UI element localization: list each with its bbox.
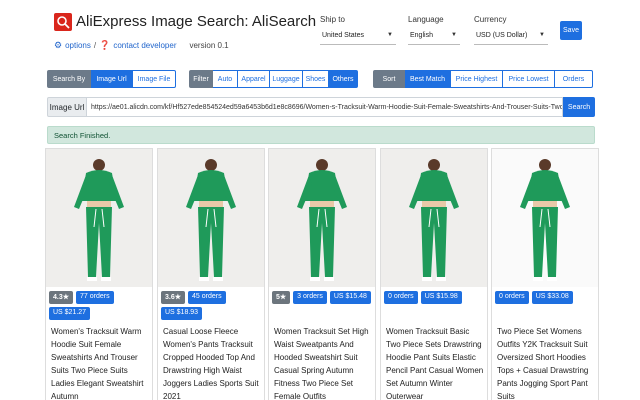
image-url-label: Image Url [47, 97, 87, 117]
orders-badge: 77 orders [76, 291, 114, 304]
chevron-down-icon: ▼ [451, 32, 457, 38]
ship-to-label: Ship to [320, 15, 345, 24]
app-title: AliExpress Image Search: AliSearch [76, 13, 317, 30]
price-badge: US $15.98 [420, 291, 462, 304]
gear-icon: ⚙ [54, 40, 63, 50]
filter-others[interactable]: Others [329, 70, 358, 88]
search-by-image-file[interactable]: Image File [133, 70, 176, 88]
product-title[interactable]: Women Tracksuit Basic Two Piece Sets Dra… [386, 325, 484, 400]
header-links: ⚙ options / ❓ contact developer version … [54, 40, 229, 51]
sort-group: Sort Best Match Price Highest Price Lowe… [373, 70, 593, 88]
magnifier-icon [57, 16, 70, 29]
rating-badge: 4.3★ [49, 291, 74, 304]
orders-badge: 0 orders [384, 291, 418, 304]
badges: 3.6★ 45 orders US $18.93 [161, 291, 264, 320]
product-image[interactable] [269, 149, 375, 287]
status-alert: Search Finished. [47, 126, 595, 144]
badges: 0 orders US $15.98 [384, 291, 487, 304]
price-badge: US $21.27 [49, 307, 91, 320]
currency-label: Currency [474, 15, 507, 24]
search-button[interactable]: Search [563, 97, 595, 117]
price-badge: US $33.08 [531, 291, 573, 304]
badges: 5★ 3 orders US $15.48 [272, 291, 375, 304]
sort-price-highest[interactable]: Price Highest [451, 70, 503, 88]
orders-badge: 0 orders [495, 291, 529, 304]
language-value: English [410, 32, 433, 39]
language-select[interactable]: English ▼ [408, 29, 460, 45]
result-card[interactable]: 3.6★ 45 orders US $18.93 Casual Loose Fl… [157, 148, 265, 400]
language-label: Language [408, 15, 444, 24]
filter-apparel[interactable]: Apparel [238, 70, 270, 88]
search-by-group: Search By Image Url Image File [47, 70, 176, 88]
sort-best-match[interactable]: Best Match [405, 70, 451, 88]
badges: 0 orders US $33.08 [495, 291, 598, 304]
chevron-down-icon: ▼ [387, 32, 393, 38]
filter-auto[interactable]: Auto [213, 70, 238, 88]
search-by-label: Search By [47, 70, 91, 88]
currency-select[interactable]: USD (US Dollar) ▼ [474, 29, 548, 45]
orders-badge: 45 orders [188, 291, 226, 304]
image-url-input[interactable]: https://ae01.alicdn.com/kf/Hf527ede85452… [87, 97, 563, 117]
product-image[interactable] [492, 149, 598, 287]
contact-developer-link[interactable]: contact developer [113, 41, 176, 50]
product-image[interactable] [46, 149, 152, 287]
save-button[interactable]: Save [560, 21, 582, 40]
options-link[interactable]: options [65, 41, 91, 50]
currency-value: USD (US Dollar) [476, 32, 528, 39]
chevron-down-icon: ▼ [539, 32, 545, 38]
sort-orders[interactable]: Orders [555, 70, 593, 88]
price-badge: US $18.93 [161, 307, 203, 320]
sort-price-lowest[interactable]: Price Lowest [503, 70, 555, 88]
orders-badge: 3 orders [293, 291, 327, 304]
ship-to-select[interactable]: United States ▼ [320, 29, 396, 45]
result-card[interactable]: 0 orders US $15.98 Women Tracksuit Basic… [380, 148, 488, 400]
product-image[interactable] [381, 149, 487, 287]
filter-luggage[interactable]: Luggage [270, 70, 303, 88]
sort-label: Sort [373, 70, 405, 88]
product-title[interactable]: Women Tracksuit Set High Waist Sweatpant… [274, 325, 372, 400]
app-logo [54, 13, 72, 31]
search-by-image-url[interactable]: Image Url [91, 70, 133, 88]
price-badge: US $15.48 [329, 291, 371, 304]
product-image[interactable] [158, 149, 264, 287]
result-card[interactable]: 4.3★ 77 orders US $21.27 Women's Tracksu… [45, 148, 153, 400]
filter-label: Filter [189, 70, 213, 88]
product-title[interactable]: Casual Loose Fleece Women's Pants Tracks… [163, 325, 261, 400]
product-title[interactable]: Women's Tracksuit Warm Hoodie Suit Femal… [51, 325, 149, 400]
filter-shoes[interactable]: Shoes [303, 70, 329, 88]
result-card[interactable]: 5★ 3 orders US $15.48 Women Tracksuit Se… [268, 148, 376, 400]
version-label: version 0.1 [189, 41, 229, 50]
badges: 4.3★ 77 orders US $21.27 [49, 291, 152, 320]
help-icon: ❓ [99, 40, 111, 50]
links-separator: / [93, 41, 97, 50]
filter-group: Filter Auto Apparel Luggage Shoes Others [189, 70, 358, 88]
ship-to-value: United States [322, 32, 365, 39]
product-title[interactable]: Two Piece Set Womens Outfits Y2K Tracksu… [497, 325, 595, 400]
result-card[interactable]: 0 orders US $33.08 Two Piece Set Womens … [491, 148, 599, 400]
rating-badge: 3.6★ [161, 291, 186, 304]
rating-badge: 5★ [272, 291, 291, 304]
